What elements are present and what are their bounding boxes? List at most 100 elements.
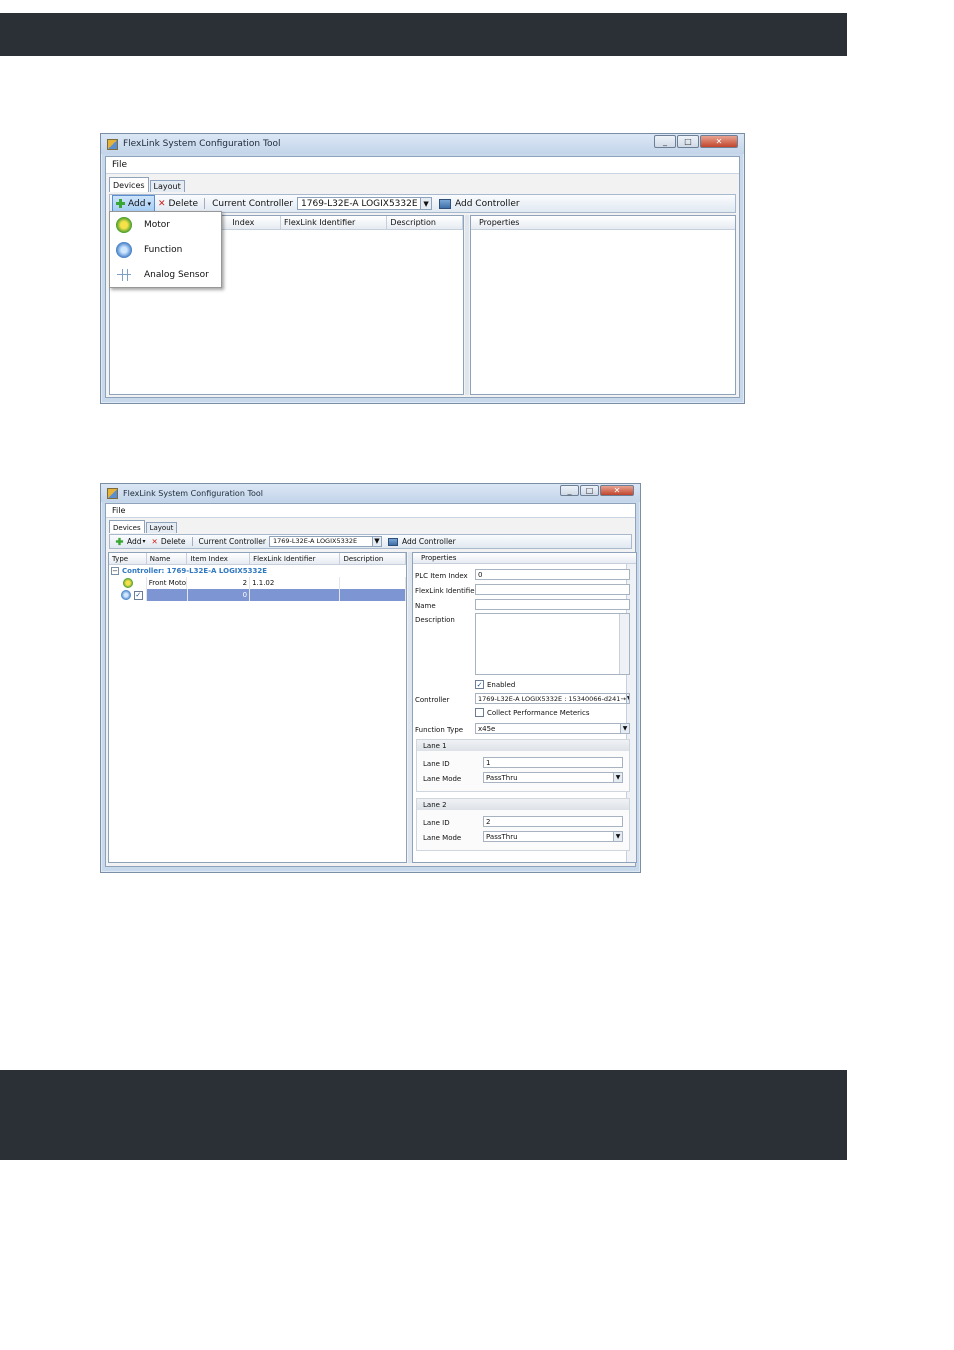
chevron-down-icon[interactable]: ▼ bbox=[620, 724, 629, 733]
chevron-down-icon[interactable]: ▼ bbox=[420, 197, 432, 210]
window-client: File Devices Layout Add ▾ ✕ Delete Curre… bbox=[105, 503, 637, 867]
tab-devices[interactable]: Devices bbox=[109, 177, 149, 192]
dropdown-arrow-icon: ▾ bbox=[142, 538, 146, 545]
add-controller-button[interactable]: Add Controller bbox=[436, 195, 523, 212]
name-cell: Front Motor bbox=[148, 577, 188, 589]
motor-icon bbox=[123, 578, 134, 588]
current-controller-label: Current Controller bbox=[198, 537, 266, 546]
col-description[interactable]: Description bbox=[387, 216, 463, 229]
col-type[interactable]: Type bbox=[109, 553, 147, 564]
description-label: Description bbox=[415, 616, 455, 624]
table-row[interactable]: Front Motor 2 1.1.02 bbox=[109, 577, 406, 589]
add-label: Add bbox=[128, 198, 146, 209]
lane-mode-label: Lane Mode bbox=[423, 834, 462, 842]
collect-performance-checkbox[interactable] bbox=[475, 708, 484, 717]
controller-combo[interactable]: 1769-L32E-A LOGIX5332E ▼ bbox=[268, 536, 382, 547]
add-button[interactable]: Add ▾ bbox=[112, 195, 155, 212]
enabled-checkbox[interactable]: ✓ bbox=[475, 680, 484, 689]
minimize-button[interactable]: _ bbox=[560, 485, 579, 496]
controller-icon bbox=[387, 537, 398, 546]
maximize-button[interactable]: □ bbox=[580, 485, 599, 496]
add-controller-button[interactable]: Add Controller bbox=[385, 535, 459, 548]
menu-file[interactable]: File bbox=[112, 160, 127, 170]
devices-grid: Type Name Item Index FlexLink Identifier… bbox=[108, 552, 407, 863]
menu-item-analog-sensor[interactable]: Analog Sensor bbox=[110, 262, 221, 287]
window-title: FlexLink System Configuration Tool bbox=[123, 139, 281, 149]
minimize-button[interactable]: _ bbox=[654, 135, 676, 148]
plc-item-index-field[interactable]: 0 bbox=[475, 569, 630, 580]
add-button[interactable]: Add ▾ bbox=[112, 535, 149, 548]
col-item-index[interactable]: Item Index bbox=[187, 553, 251, 564]
controller-group-row[interactable]: − Controller: 1769-L32E-A LOGIX5332E bbox=[109, 565, 406, 577]
col-flexlink-identifier[interactable]: FlexLink Identifier bbox=[250, 553, 341, 564]
lane-2-title: Lane 2 bbox=[417, 799, 629, 810]
lane-2-mode-select[interactable]: PassThru ▼ bbox=[483, 831, 623, 842]
menu-item-motor[interactable]: Motor bbox=[110, 212, 221, 237]
title-bar[interactable]: FlexLink System Configuration Tool _ □ ✕ bbox=[101, 484, 640, 502]
close-button[interactable]: ✕ bbox=[600, 485, 634, 496]
chevron-down-icon[interactable]: ▼ bbox=[625, 694, 629, 703]
identifier-cell: 1.1.02 bbox=[250, 577, 341, 589]
close-button[interactable]: ✕ bbox=[700, 135, 738, 148]
col-flexlink-identifier[interactable]: FlexLink Identifier bbox=[281, 216, 388, 229]
type-cell: ✓ bbox=[109, 589, 147, 601]
name-field[interactable] bbox=[475, 599, 630, 610]
lane-id-label: Lane ID bbox=[423, 819, 450, 827]
menu-bar: File bbox=[106, 157, 739, 174]
current-controller-label: Current Controller bbox=[212, 198, 294, 209]
controller-label: Controller bbox=[415, 696, 450, 704]
dropdown-arrow-icon: ▾ bbox=[147, 199, 151, 208]
lane-1-mode-select[interactable]: PassThru ▼ bbox=[483, 772, 623, 783]
title-bar[interactable]: FlexLink System Configuration Tool _ □ ✕ bbox=[101, 134, 744, 154]
controller-select-value: 1769-L32E-A LOGIX5332E : 15340066-d241→ bbox=[478, 694, 626, 703]
name-label: Name bbox=[415, 602, 436, 610]
lane-mode-label: Lane Mode bbox=[423, 775, 462, 783]
lane-2-mode-value: PassThru bbox=[486, 832, 518, 841]
plus-icon bbox=[116, 199, 125, 208]
controller-combo[interactable]: 1769-L32E-A LOGIX5332E ▼ bbox=[297, 196, 433, 211]
tab-layout[interactable]: Layout bbox=[149, 180, 185, 192]
index-cell: 0 bbox=[187, 589, 251, 601]
lane-2-id-field[interactable]: 2 bbox=[483, 816, 623, 827]
properties-header: Properties bbox=[471, 216, 735, 230]
controller-value: 1769-L32E-A LOGIX5332E bbox=[301, 198, 418, 209]
delete-button[interactable]: ✕ Delete bbox=[149, 535, 189, 548]
function-type-label: Function Type bbox=[415, 726, 464, 734]
description-scrollbar[interactable] bbox=[619, 614, 629, 674]
function-type-select[interactable]: x45e ▼ bbox=[475, 723, 630, 734]
col-index[interactable]: Index bbox=[229, 216, 282, 229]
add-label: Add bbox=[127, 537, 142, 546]
window-title: FlexLink System Configuration Tool bbox=[123, 488, 263, 498]
collect-performance-label: Collect Performance Meterics bbox=[487, 709, 590, 717]
tab-layout[interactable]: Layout bbox=[145, 522, 178, 533]
lane-1-id-field[interactable]: 1 bbox=[483, 757, 623, 768]
toolbar-separator bbox=[204, 197, 206, 210]
lane-1-group: Lane 1 Lane ID 1 Lane Mode PassThru ▼ bbox=[416, 739, 630, 792]
row-checkbox[interactable]: ✓ bbox=[133, 590, 143, 600]
lane-2-group: Lane 2 Lane ID 2 Lane Mode PassThru ▼ bbox=[416, 798, 630, 851]
splitter[interactable] bbox=[465, 215, 469, 395]
app-window-function-properties: FlexLink System Configuration Tool _ □ ✕… bbox=[100, 483, 641, 873]
controller-icon bbox=[439, 198, 452, 209]
type-cell bbox=[109, 577, 147, 589]
table-row-selected[interactable]: ✓ 0 bbox=[109, 589, 406, 601]
tab-devices[interactable]: Devices bbox=[109, 520, 145, 533]
col-name[interactable]: Name bbox=[147, 553, 188, 564]
chevron-down-icon[interactable]: ▼ bbox=[613, 773, 622, 782]
delete-icon: ✕ bbox=[157, 198, 166, 209]
collapse-icon[interactable]: − bbox=[111, 567, 119, 575]
chevron-down-icon[interactable]: ▼ bbox=[613, 832, 622, 841]
lane-1-title: Lane 1 bbox=[417, 740, 629, 751]
add-dropdown-menu: Motor Function Analog Sensor bbox=[109, 211, 222, 288]
chevron-down-icon[interactable]: ▼ bbox=[371, 537, 381, 546]
app-icon bbox=[107, 487, 118, 499]
menu-item-label: Motor bbox=[144, 219, 171, 230]
delete-button[interactable]: ✕ Delete bbox=[155, 195, 201, 212]
description-field[interactable] bbox=[475, 613, 630, 675]
col-description[interactable]: Description bbox=[340, 553, 406, 564]
controller-select[interactable]: 1769-L32E-A LOGIX5332E : 15340066-d241→ … bbox=[475, 693, 630, 704]
flexlink-identifier-field[interactable] bbox=[475, 584, 630, 595]
menu-item-function[interactable]: Function bbox=[110, 237, 221, 262]
menu-file[interactable]: File bbox=[112, 506, 125, 515]
maximize-button[interactable]: □ bbox=[677, 135, 699, 148]
